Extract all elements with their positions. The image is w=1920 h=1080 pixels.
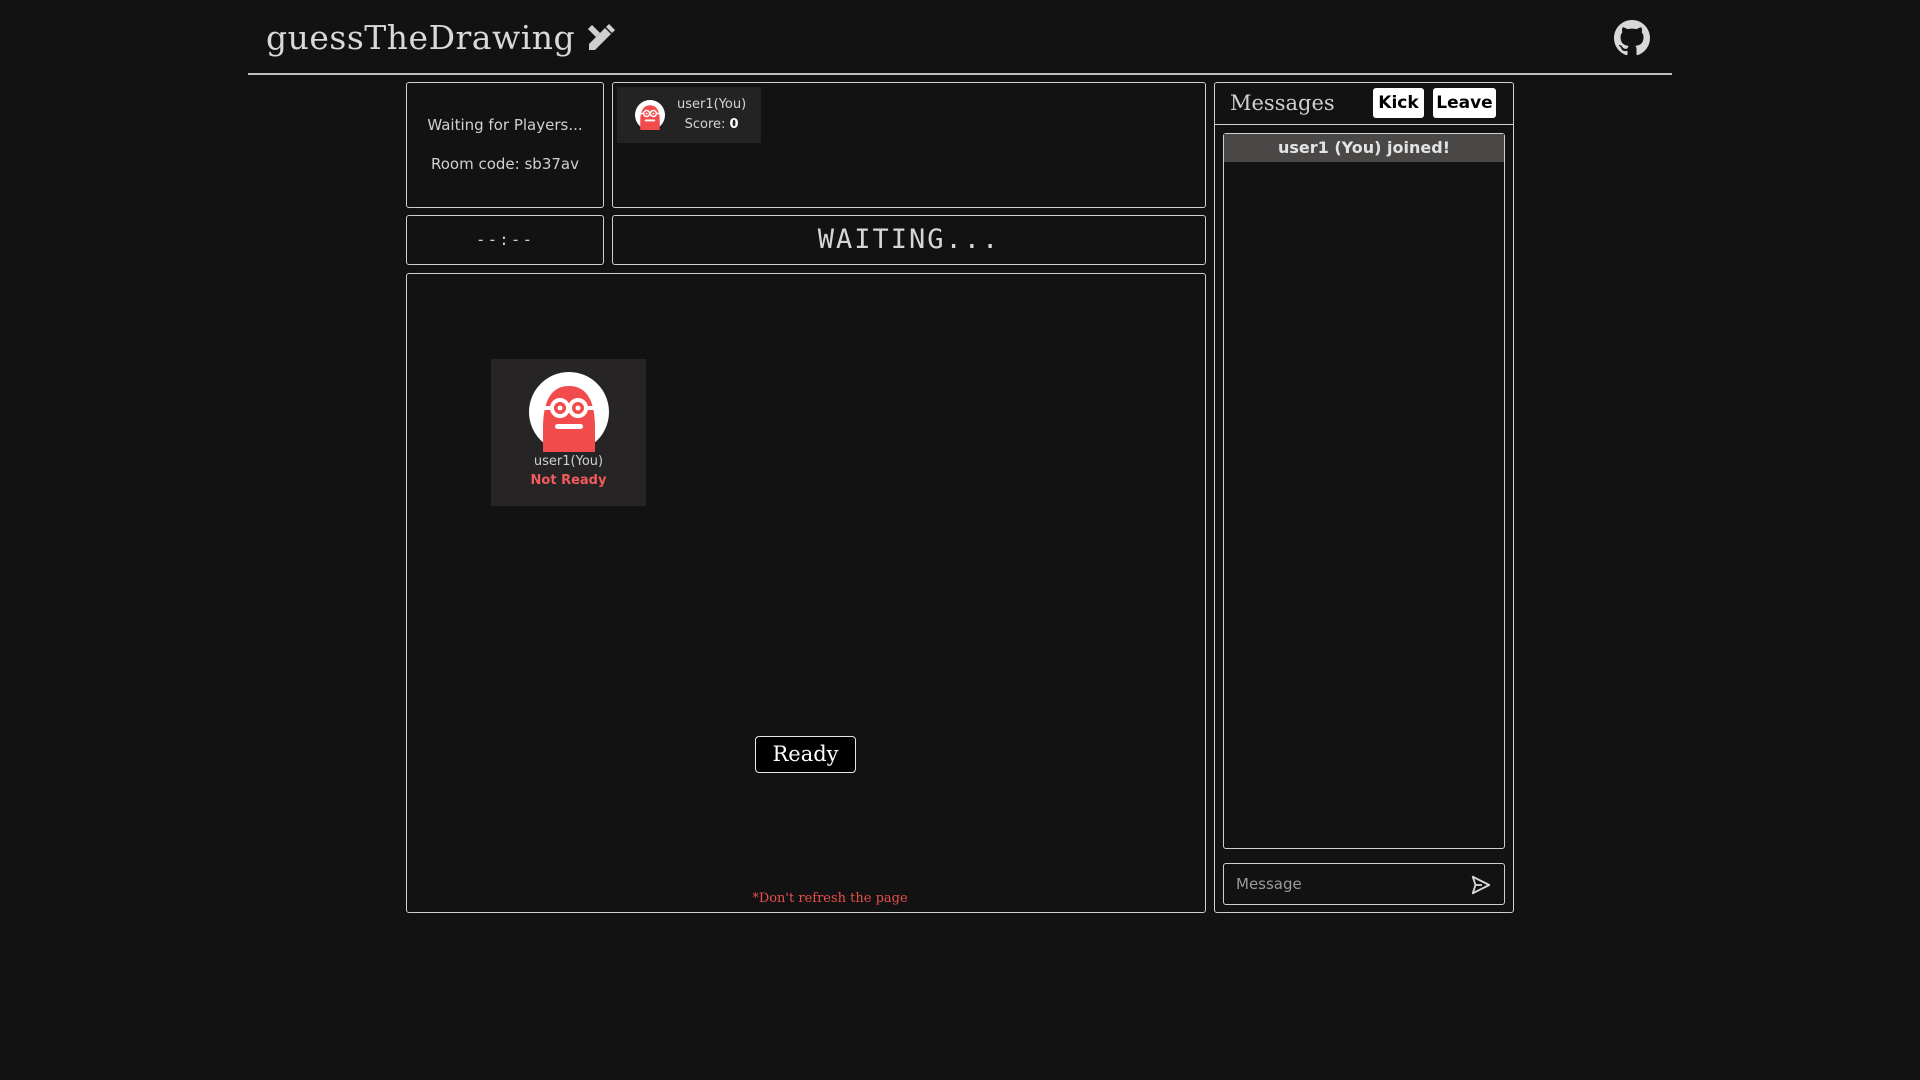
room-status: Waiting for Players... (427, 116, 583, 134)
refresh-warning-text: *Don't refresh the page (752, 891, 908, 906)
player-ready-status: Not Ready (530, 473, 607, 488)
brand[interactable]: guessTheDrawing (266, 18, 617, 57)
kick-button[interactable]: Kick (1373, 88, 1424, 118)
message-input[interactable] (1224, 864, 1454, 904)
room-code: Room code: sb37av (431, 155, 579, 173)
leave-button[interactable]: Leave (1433, 88, 1496, 118)
player-score: Score: 0 (677, 115, 746, 135)
refresh-warning: *Don't refresh the page (407, 891, 1205, 906)
timer: --:-- (406, 215, 604, 265)
pencil-ruler-icon (588, 23, 616, 50)
player-card: user1(You) Not Ready (491, 359, 646, 506)
messages-panel: Messages Kick Leave user1 (You) joined! (1214, 82, 1514, 913)
app-header: guessTheDrawing (248, 0, 1672, 75)
avatar (635, 100, 665, 130)
messages-header: Messages Kick Leave (1215, 83, 1513, 125)
list-item: user1 (You) joined! (1224, 134, 1504, 162)
lobby-canvas: user1(You) Not Ready Ready *Don't refres… (406, 273, 1206, 913)
message-input-box (1223, 863, 1505, 905)
player-name: user1(You) (677, 97, 747, 112)
messages-title: Messages (1230, 91, 1335, 115)
player-card-name: user1(You) (533, 454, 604, 469)
player-chip: user1(You) Score: 0 (617, 87, 761, 143)
github-icon[interactable] (1614, 20, 1650, 56)
player-chip-text: user1(You) Score: 0 (677, 95, 746, 135)
avatar (528, 372, 609, 452)
room-info-panel: Waiting for Players... Room code: sb37av (406, 82, 604, 208)
brand-title: guessTheDrawing (266, 18, 576, 57)
game-status: WAITING... (612, 215, 1206, 265)
ready-button[interactable]: Ready (755, 736, 856, 773)
players-panel: user1(You) Score: 0 (612, 82, 1206, 208)
send-icon[interactable] (1470, 874, 1492, 896)
message-list[interactable]: user1 (You) joined! (1223, 133, 1505, 849)
score-label: Score: (684, 117, 730, 132)
score-value: 0 (729, 117, 739, 132)
